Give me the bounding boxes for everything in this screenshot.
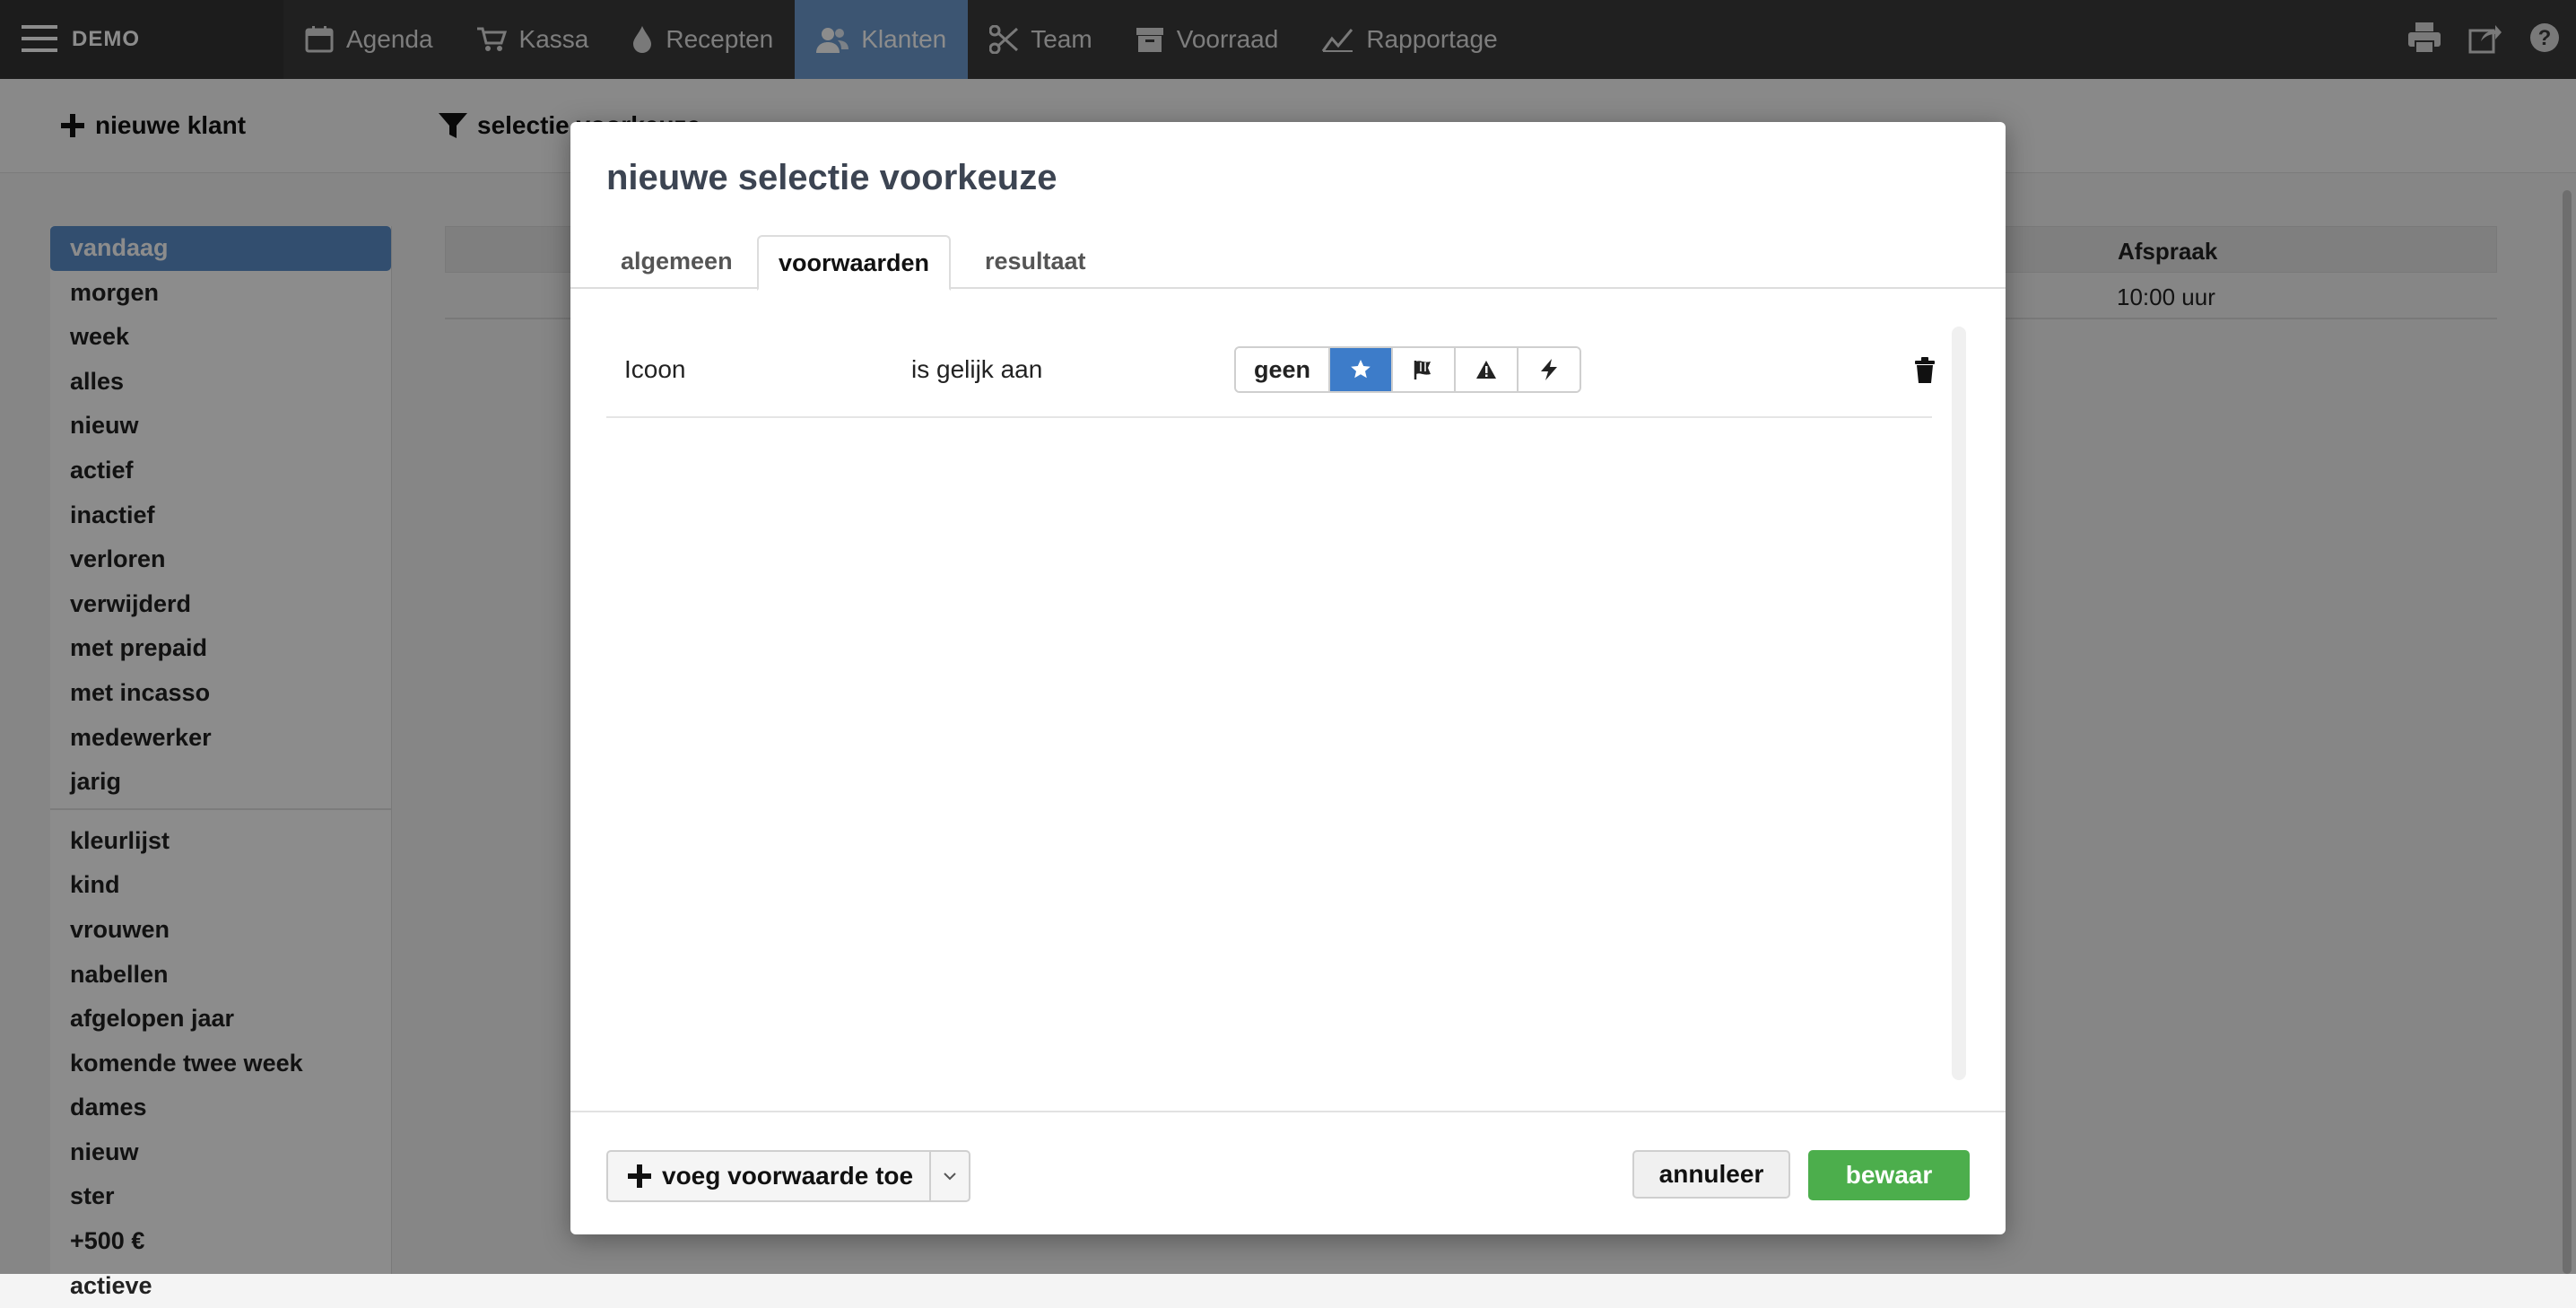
option-bolt-button[interactable] [1519, 348, 1580, 391]
modal-tabs: algemeen voorwaarden resultaat [570, 235, 2006, 291]
conditions-list: Icoon is gelijk aan geen [606, 327, 1935, 418]
icon-choice-group: geen [1234, 346, 1582, 393]
condition-operator[interactable]: is gelijk aan [911, 355, 1042, 384]
option-star-button[interactable] [1330, 348, 1394, 391]
plus-icon [626, 1163, 662, 1190]
bolt-icon [1539, 358, 1559, 381]
add-condition-dropdown[interactable] [931, 1152, 969, 1200]
condition-field[interactable]: Icoon [624, 355, 686, 384]
selection-modal: nieuwe selectie voorkeuze algemeen voorw… [570, 122, 2006, 1234]
tab-resultaat[interactable]: resultaat [965, 235, 1106, 287]
tab-voorwaarden[interactable]: voorwaarden [757, 235, 952, 291]
add-condition-label: voeg voorwaarde toe [662, 1162, 914, 1190]
option-warning-button[interactable] [1456, 348, 1519, 391]
add-condition-group: voeg voorwaarde toe [606, 1150, 971, 1202]
save-button[interactable]: bewaar [1808, 1150, 1970, 1200]
flag-icon [1413, 359, 1434, 380]
condition-row: Icoon is gelijk aan geen [606, 327, 1935, 418]
chevron-down-icon [943, 1172, 957, 1181]
modal-scrollbar[interactable] [1952, 327, 1966, 1080]
tab-algemeen[interactable]: algemeen [601, 235, 753, 287]
delete-condition-icon[interactable] [1914, 357, 1936, 384]
modal-title: nieuwe selectie voorkeuze [606, 158, 1057, 197]
modal-footer: voeg voorwaarde toe annuleer bewaar [570, 1111, 2006, 1236]
add-condition-button[interactable]: voeg voorwaarde toe [608, 1152, 932, 1200]
warning-icon [1475, 360, 1497, 379]
option-flag-button[interactable] [1393, 348, 1457, 391]
option-none-button[interactable]: geen [1236, 348, 1331, 391]
cancel-button[interactable]: annuleer [1632, 1150, 1790, 1199]
star-icon [1350, 359, 1371, 380]
